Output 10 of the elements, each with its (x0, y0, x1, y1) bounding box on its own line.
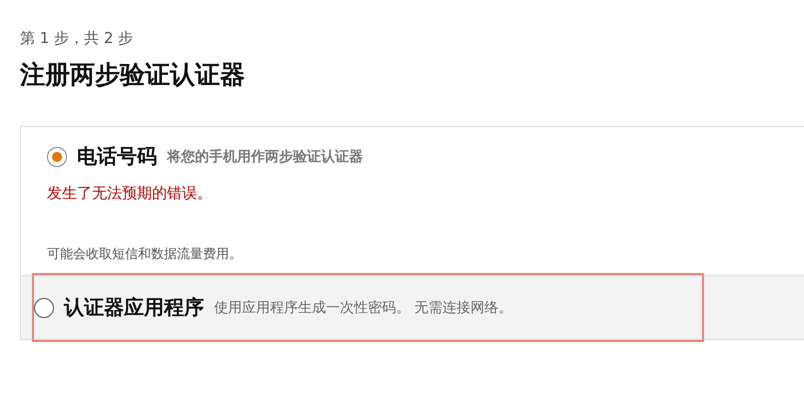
option-description: 使用应用程序生成一次性密码。 无需连接网络。 (214, 298, 512, 316)
radio-button[interactable] (34, 298, 54, 318)
error-message: 发生了无法预期的错误。 (47, 184, 213, 203)
radio-button[interactable] (47, 146, 67, 166)
option-label: 电话号码 (77, 143, 157, 170)
page-title: 注册两步验证认证器 (20, 59, 246, 91)
note-text: 可能会收取短信和数据流量费用。 (47, 246, 243, 263)
step-label: 第 1 步，共 2 步 (20, 28, 134, 48)
option-label: 认证器应用程序 (64, 294, 204, 321)
option-description: 将您的手机用作两步验证认证器 (167, 148, 363, 166)
